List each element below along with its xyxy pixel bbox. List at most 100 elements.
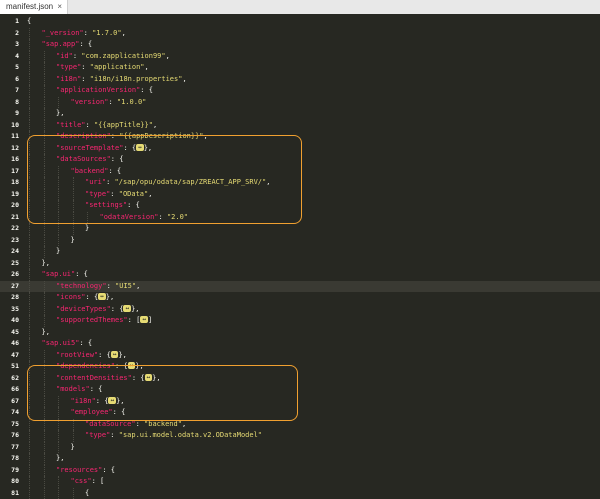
code-line[interactable]: 45}, [0, 327, 600, 339]
indent-guide [29, 51, 30, 63]
code-line[interactable]: 25}, [0, 258, 600, 270]
json-key: "version" [71, 98, 109, 106]
indent-guide [29, 488, 30, 499]
code-line[interactable]: 9}, [0, 108, 600, 120]
indent-guide [58, 97, 59, 109]
indent-guide [29, 235, 30, 247]
indent-guide [44, 51, 45, 63]
code-text: } [71, 442, 75, 454]
code-line[interactable]: 5"type": "application", [0, 62, 600, 74]
indent-guide [44, 292, 45, 304]
line-number: 18 [0, 177, 19, 189]
json-punct: }, [131, 305, 139, 313]
tab-title: manifest.json [6, 2, 53, 11]
line-number: 67 [0, 396, 19, 408]
json-punct: : [81, 75, 89, 83]
line-number: 40 [0, 315, 19, 327]
fold-marker-icon[interactable]: ↔ [140, 316, 148, 323]
fold-marker-icon[interactable]: ↔ [123, 305, 131, 312]
line-number: 26 [0, 269, 19, 281]
json-key: "sap.app" [42, 40, 80, 48]
indent-guide [44, 315, 45, 327]
indent-guide [29, 74, 30, 86]
indent-guide [29, 269, 30, 281]
code-text: { [85, 488, 89, 499]
code-line[interactable]: 28"icons": {↔}, [0, 292, 600, 304]
indent-guide [29, 39, 30, 51]
json-punct: : { [79, 40, 92, 48]
code-line[interactable]: 8"version": "1.0.0" [0, 97, 600, 109]
indent-guide [29, 120, 30, 132]
code-line[interactable]: 27"technology": "UI5", [0, 281, 600, 293]
code-editor[interactable]: 1{2"_version": "1.7.0",3"sap.app": {4"id… [0, 14, 600, 449]
code-line[interactable]: 81{ [0, 488, 600, 499]
json-punct: : [110, 431, 118, 439]
json-punct: : [ [128, 316, 141, 324]
code-line[interactable]: 40"supportedThemes": [↔] [0, 315, 600, 327]
json-key: "id" [56, 52, 73, 60]
indent-guide [44, 488, 45, 499]
indent-guide [44, 476, 45, 488]
close-icon[interactable]: × [57, 0, 62, 14]
code-line[interactable]: 47"rootView": {↔}, [0, 350, 600, 362]
code-text: { [27, 16, 31, 28]
line-number: 23 [0, 235, 19, 247]
code-line[interactable]: 2"_version": "1.7.0", [0, 28, 600, 40]
line-number: 47 [0, 350, 19, 362]
highlight-datasources [27, 135, 302, 224]
code-line[interactable]: 76"type": "sap.ui.model.odata.v2.ODataMo… [0, 430, 600, 442]
indent-guide [58, 488, 59, 499]
code-line[interactable]: 10"title": "{{appTitle}}", [0, 120, 600, 132]
code-line[interactable]: 80"css": [ [0, 476, 600, 488]
line-number: 8 [0, 97, 19, 109]
json-punct: : [108, 98, 116, 106]
indent-guide [44, 281, 45, 293]
line-number: 4 [0, 51, 19, 63]
line-number: 22 [0, 223, 19, 235]
json-string: "1.7.0" [92, 29, 122, 37]
indent-guide [29, 430, 30, 442]
json-string: "UI5" [115, 282, 136, 290]
code-line[interactable]: 78}, [0, 453, 600, 465]
code-line[interactable]: 24} [0, 246, 600, 258]
code-line[interactable]: 23} [0, 235, 600, 247]
code-line[interactable]: 6"i18n": "i18n/i18n.properties", [0, 74, 600, 86]
json-punct: { [27, 17, 31, 25]
json-punct: } [71, 443, 75, 451]
line-number: 66 [0, 384, 19, 396]
indent-guide [44, 74, 45, 86]
line-number: 12 [0, 143, 19, 155]
code-line[interactable]: 35"deviceTypes": {↔}, [0, 304, 600, 316]
tab-manifest-json[interactable]: manifest.json × [0, 0, 68, 14]
json-punct: , [153, 121, 157, 129]
line-number: 1 [0, 16, 19, 28]
indent-guide [44, 235, 45, 247]
indent-guide [44, 246, 45, 258]
code-line[interactable]: 4"id": "com.zapplication99", [0, 51, 600, 63]
json-key: "sap.ui" [42, 270, 76, 278]
code-line[interactable]: 26"sap.ui": { [0, 269, 600, 281]
code-line[interactable]: 77} [0, 442, 600, 454]
code-text: "i18n": "i18n/i18n.properties", [56, 74, 187, 86]
line-number: 46 [0, 338, 19, 350]
indent-guide [29, 28, 30, 40]
code-line[interactable]: 7"applicationVersion": { [0, 85, 600, 97]
code-line[interactable]: 3"sap.app": { [0, 39, 600, 51]
code-text: }, [56, 108, 64, 120]
code-line[interactable]: 79"resources": { [0, 465, 600, 477]
code-line[interactable]: 1{ [0, 16, 600, 28]
json-punct: , [122, 29, 126, 37]
code-line[interactable]: 46"sap.ui5": { [0, 338, 600, 350]
json-key: "css" [71, 477, 92, 485]
json-punct: : [84, 29, 92, 37]
json-punct: }, [42, 259, 50, 267]
json-string: "com.zapplication99" [81, 52, 165, 60]
code-text: }, [42, 327, 50, 339]
indent-guide [58, 442, 59, 454]
line-number: 21 [0, 212, 19, 224]
line-number: 19 [0, 189, 19, 201]
code-text: "technology": "UI5", [56, 281, 140, 293]
json-key: "title" [56, 121, 86, 129]
fold-marker-icon[interactable]: ↔ [98, 293, 106, 300]
code-line[interactable]: 22} [0, 223, 600, 235]
